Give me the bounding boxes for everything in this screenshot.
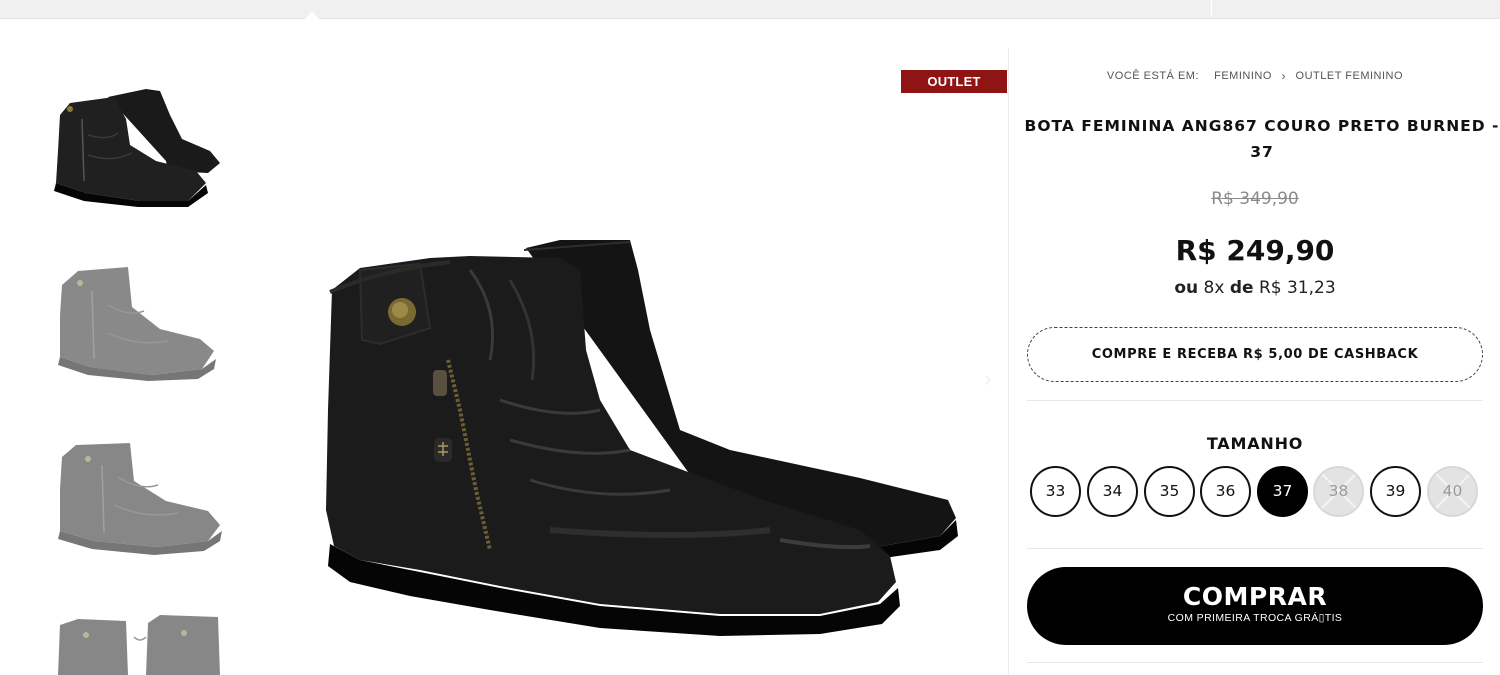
main-product-image bbox=[300, 210, 990, 675]
size-option-36[interactable]: 36 bbox=[1200, 466, 1251, 517]
size-option-label: 36 bbox=[1215, 482, 1236, 500]
size-option-35[interactable]: 35 bbox=[1144, 466, 1195, 517]
size-option-label: 35 bbox=[1159, 482, 1180, 500]
thumbnail-image-2[interactable] bbox=[48, 255, 226, 395]
buy-button-label: COMPRAR bbox=[1182, 582, 1328, 611]
old-price: R$ 349,90 bbox=[1211, 189, 1299, 209]
size-option-label: 34 bbox=[1102, 482, 1123, 500]
breadcrumb: VOCÊ ESTÁ EM: FEMININO › OUTLET FEMININO bbox=[1010, 69, 1500, 83]
thumbnail-image-1[interactable] bbox=[48, 75, 226, 215]
panel-divider bbox=[1008, 48, 1009, 675]
size-selector: 33 34 35 36 37 38 39 40 bbox=[1030, 466, 1490, 518]
size-label: TAMANHO bbox=[1206, 434, 1304, 453]
menu-pointer-notch bbox=[305, 11, 319, 19]
size-option-37[interactable]: 37 bbox=[1257, 466, 1308, 517]
divider bbox=[1027, 662, 1483, 663]
current-price: R$ 249,90 bbox=[1175, 234, 1335, 267]
size-option-label: 40 bbox=[1442, 482, 1463, 500]
cashback-banner: COMPRE E RECEBA R$ 5,00 DE CASHBACK bbox=[1027, 327, 1483, 382]
thumbnail-image-4[interactable] bbox=[48, 605, 226, 675]
divider bbox=[1027, 548, 1483, 549]
size-option-label: 39 bbox=[1385, 482, 1406, 500]
size-option-40[interactable]: 40 bbox=[1427, 466, 1478, 517]
product-title: BOTA FEMININA ANG867 COURO PRETO BURNED … bbox=[1024, 117, 1500, 161]
size-option-39[interactable]: 39 bbox=[1370, 466, 1421, 517]
buy-button[interactable]: COMPRAR COM PRIMEIRA TROCA GRÁ▯TIS bbox=[1027, 567, 1483, 645]
breadcrumb-prefix: VOCÊ ESTÁ EM: bbox=[1106, 70, 1199, 82]
product-info-panel: VOCÊ ESTÁ EM: FEMININO › OUTLET FEMININO… bbox=[1010, 0, 1500, 675]
chevron-right-icon: › bbox=[1281, 69, 1286, 83]
installments-mid: de bbox=[1229, 278, 1254, 298]
buy-button-sublabel: COM PRIMEIRA TROCA GRÁ▯TIS bbox=[1167, 612, 1343, 624]
gallery-next-icon[interactable]: › bbox=[975, 368, 1001, 394]
thumbnail-image-3[interactable] bbox=[48, 433, 226, 573]
installments-count: 8x bbox=[1203, 278, 1225, 298]
divider bbox=[1027, 400, 1483, 401]
size-option-38[interactable]: 38 bbox=[1313, 466, 1364, 517]
installments-amount: R$ 31,23 bbox=[1258, 278, 1336, 298]
breadcrumb-item-feminino[interactable]: FEMININO bbox=[1214, 70, 1272, 82]
installments-prefix: ou bbox=[1174, 278, 1199, 298]
outlet-badge: OUTLET bbox=[901, 70, 1007, 93]
size-option-label: 37 bbox=[1272, 482, 1293, 500]
size-option-33[interactable]: 33 bbox=[1030, 466, 1081, 517]
size-option-label: 33 bbox=[1045, 482, 1066, 500]
breadcrumb-item-outlet-feminino[interactable]: OUTLET FEMININO bbox=[1296, 70, 1404, 82]
size-option-label: 38 bbox=[1328, 482, 1349, 500]
size-option-34[interactable]: 34 bbox=[1087, 466, 1138, 517]
installments-info: ou 8x de R$ 31,23 bbox=[1010, 278, 1500, 298]
